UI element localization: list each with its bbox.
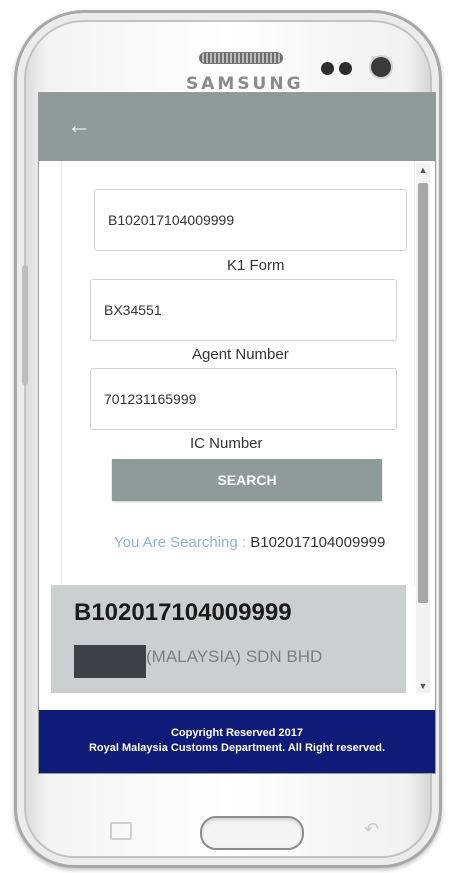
footer: Copyright Reserved 2017 Royal Malaysia C…: [39, 710, 435, 773]
footer-copyright: Copyright Reserved 2017: [170, 727, 304, 739]
k1-form-label: K1 Form: [227, 257, 285, 274]
footer-rights: Royal Malaysia Customs Department. All R…: [88, 742, 386, 754]
search-form: B102017104009999 K1 Form BX34551 Agent N…: [61, 161, 415, 586]
device-brand: SAMSUNG: [186, 74, 304, 94]
search-button[interactable]: SEARCH: [112, 459, 382, 501]
agent-number-label: Agent Number: [192, 346, 289, 363]
ic-number-label: IC Number: [190, 435, 263, 452]
ic-number-input[interactable]: 701231165999: [90, 368, 397, 430]
ic-number-value: 701231165999: [104, 391, 197, 407]
k1-form-input[interactable]: B102017104009999: [94, 189, 407, 251]
earpiece-speaker: [199, 52, 283, 64]
redacted-block: [74, 645, 146, 678]
agent-number-value: BX34551: [104, 302, 162, 318]
k1-form-value: B102017104009999: [108, 212, 235, 228]
scroll-down-icon[interactable]: ▼: [416, 679, 430, 693]
search-content: B102017104009999 K1 Form BX34551 Agent N…: [39, 161, 435, 710]
front-camera-icon: [371, 57, 391, 77]
scrollbar-thumb[interactable]: [418, 183, 428, 603]
back-key-icon[interactable]: ↶: [364, 820, 386, 838]
menu-key-icon[interactable]: [110, 822, 132, 840]
search-status: You Are Searching : B102017104009999: [114, 534, 385, 551]
sensor-icon: [339, 62, 352, 75]
vertical-scrollbar[interactable]: ▲ ▼: [416, 163, 430, 693]
agent-number-input[interactable]: BX34551: [90, 279, 397, 341]
result-card[interactable]: B102017104009999 (MALAYSIA) SDN BHD: [51, 585, 406, 693]
home-button[interactable]: [200, 816, 304, 850]
search-status-prefix: You Are Searching :: [114, 534, 247, 551]
phone-screen: ← B102017104009999 K1 Form BX34551 Agent…: [38, 92, 436, 774]
search-status-value: B102017104009999: [250, 534, 386, 551]
side-volume-button: [22, 265, 28, 385]
sensor-icon: [321, 62, 334, 75]
result-company-name: (MALAYSIA) SDN BHD: [146, 647, 323, 666]
arrow-left-icon[interactable]: ←: [67, 114, 91, 138]
app-bar: ←: [39, 93, 435, 161]
result-id: B102017104009999: [74, 599, 292, 626]
scroll-up-icon[interactable]: ▲: [416, 163, 430, 177]
